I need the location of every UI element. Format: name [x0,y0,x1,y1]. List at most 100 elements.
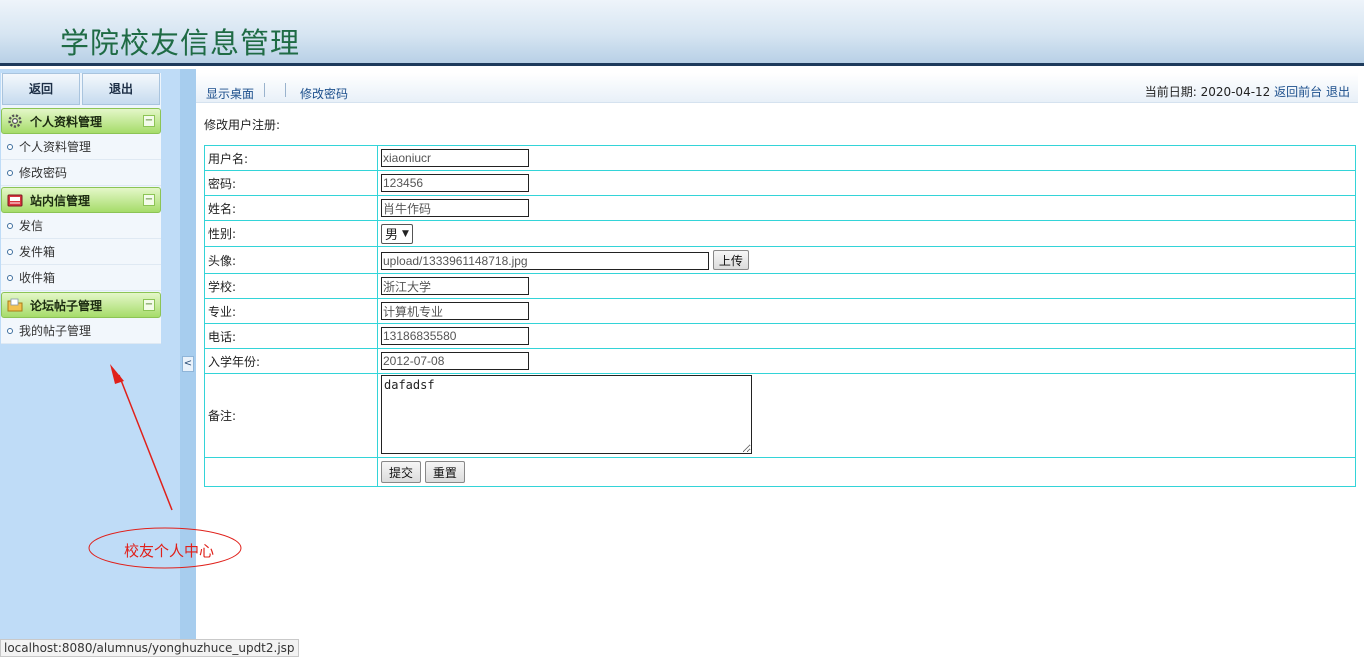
gear-icon [6,112,24,130]
gender-select[interactable]: 男 ▼ [381,223,413,244]
menu-item-change-password[interactable]: 修改密码 [1,160,161,186]
major-label: 专业: [204,298,378,324]
menu-group-forum[interactable]: 论坛帖子管理 − [1,292,161,318]
form-cell [377,298,1356,324]
form-cell: 男 ▼ [377,220,1356,247]
app-title: 学院校友信息管理 [60,26,301,60]
remark-textarea[interactable]: dafadsf [381,374,752,454]
edit-user-form: 用户名: 密码: 姓名: 性别: 男 ▼ 头像: 上传 [204,145,1356,487]
avatar-path-input[interactable] [381,251,709,270]
bullet-icon [7,170,13,176]
nav-divider [264,83,265,97]
top-nav-bar: 显示桌面 修改密码 当前日期: 2020-04-12 返回前台 退出 [196,73,1358,103]
menu-item-label: 修改密码 [19,166,68,180]
menu-item-label: 收件箱 [19,271,56,285]
menu-group-title: 站内信管理 [30,193,91,208]
main-content: 显示桌面 修改密码 当前日期: 2020-04-12 返回前台 退出 修改用户注… [196,69,1364,657]
enroll-year-input[interactable] [381,352,529,370]
browser-status-bar: localhost:8080/alumnus/yonghuzhuce_updt2… [0,639,299,657]
menu-item-profile[interactable]: 个人资料管理 [1,134,161,160]
menu-group-messages[interactable]: 站内信管理 − [1,187,161,213]
folder-icon [6,296,24,314]
form-cell [377,145,1356,171]
gender-label: 性别: [204,220,378,247]
form-cell [377,273,1356,299]
major-input[interactable] [381,302,529,320]
bullet-icon [7,249,13,255]
enroll-year-label: 入学年份: [204,348,378,374]
form-row-phone: 电话: [204,323,1356,349]
username-label: 用户名: [204,145,378,171]
menu-group-title: 论坛帖子管理 [30,298,103,313]
form-row-password: 密码: [204,170,1356,196]
sidebar: 返回 退出 个人资料管理 − 个人资料管理 修改密码 站内信管理 − 发信 发件… [0,69,180,657]
form-row-enroll-year: 入学年份: [204,348,1356,374]
collapse-sidebar-icon[interactable]: < [182,356,194,372]
dropdown-arrow-icon: ▼ [402,228,409,239]
menu-item-my-posts[interactable]: 我的帖子管理 [1,318,161,344]
bullet-icon [7,328,13,334]
return-frontpage-link[interactable]: 返回前台 [1274,85,1322,99]
menu-item-inbox[interactable]: 收件箱 [1,265,161,291]
show-desktop-link[interactable]: 显示桌面 [206,85,254,102]
change-password-link[interactable]: 修改密码 [300,85,348,102]
menu-item-label: 发件箱 [19,245,56,259]
sidebar-top-buttons: 返回 退出 [1,73,161,107]
logout-link[interactable]: 退出 [1326,85,1350,99]
form-cell [377,348,1356,374]
avatar-label: 头像: [204,246,378,274]
name-label: 姓名: [204,195,378,221]
app-header: 学院校友信息管理 [0,0,1364,66]
gender-value: 男 [385,228,399,243]
bullet-icon [7,223,13,229]
form-cell [377,323,1356,349]
form-row-major: 专业: [204,298,1356,324]
phone-label: 电话: [204,323,378,349]
form-row-avatar: 头像: 上传 [204,246,1356,274]
username-input[interactable] [381,149,529,167]
form-row-gender: 性别: 男 ▼ [204,220,1356,247]
collapse-group-icon[interactable]: − [143,194,155,206]
form-row-name: 姓名: [204,195,1356,221]
current-date: 2020-04-12 [1200,85,1271,99]
menu-item-label: 我的帖子管理 [19,324,92,338]
date-label: 当前日期: [1144,85,1197,99]
collapse-group-icon[interactable]: − [143,115,155,127]
form-cell: 上传 [377,246,1356,274]
form-cell: 提交 重置 [377,457,1356,487]
school-input[interactable] [381,277,529,295]
menu-item-label: 个人资料管理 [19,140,92,154]
form-row-remark: 备注: dafadsf [204,373,1356,458]
school-label: 学校: [204,273,378,299]
upload-button[interactable]: 上传 [712,250,749,270]
reset-button[interactable]: 重置 [424,461,465,483]
phone-input[interactable] [381,327,529,345]
bullet-icon [7,144,13,150]
password-label: 密码: [204,170,378,196]
form-row-username: 用户名: [204,145,1356,171]
empty-cell [204,457,378,487]
nav-divider [285,83,286,97]
password-input[interactable] [381,174,529,192]
remark-label: 备注: [204,373,378,458]
back-button[interactable]: 返回 [2,73,80,105]
form-cell [377,195,1356,221]
collapse-group-icon[interactable]: − [143,299,155,311]
menu-item-send-message[interactable]: 发信 [1,213,161,239]
date-area: 当前日期: 2020-04-12 返回前台 退出 [1145,83,1350,100]
name-input[interactable] [381,199,529,217]
form-caption: 修改用户注册: [204,118,281,132]
submit-button[interactable]: 提交 [381,461,422,483]
bullet-icon [7,275,13,281]
form-cell: dafadsf [377,373,1356,458]
menu-item-label: 发信 [19,219,44,233]
form-row-school: 学校: [204,273,1356,299]
menu-item-outbox[interactable]: 发件箱 [1,239,161,265]
form-row-actions: 提交 重置 [204,457,1356,487]
annotation-label: 校友个人中心 [124,542,215,560]
sidebar-menu: 返回 退出 个人资料管理 − 个人资料管理 修改密码 站内信管理 − 发信 发件… [1,73,161,344]
menu-group-profile[interactable]: 个人资料管理 − [1,108,161,134]
mailbox-icon [6,191,24,209]
menu-group-title: 个人资料管理 [30,114,103,129]
logout-button[interactable]: 退出 [82,73,160,105]
